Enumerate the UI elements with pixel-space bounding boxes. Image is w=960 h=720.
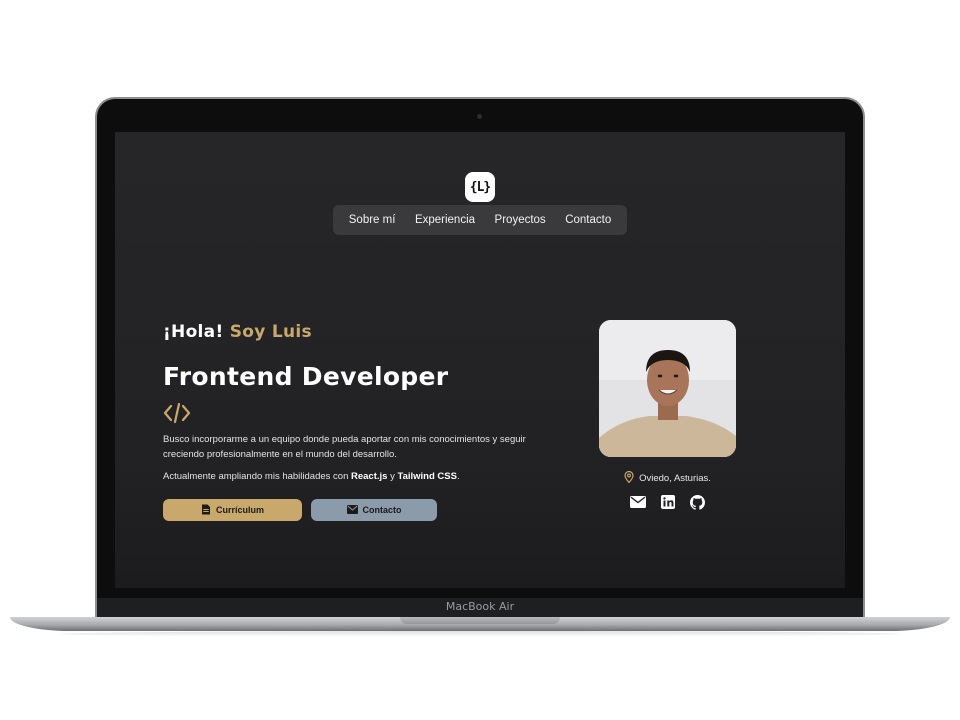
linkedin-icon[interactable] bbox=[660, 494, 676, 510]
nav-item-experiencia[interactable]: Experiencia bbox=[415, 214, 475, 226]
learning-tech-tailwind: Tailwind CSS bbox=[397, 471, 457, 482]
learning-prefix: Actualmente ampliando mis habilidades co… bbox=[163, 471, 351, 482]
social-links bbox=[599, 494, 736, 510]
location-text: Oviedo, Asturias. bbox=[639, 473, 711, 484]
learning-tech-react: React.js bbox=[351, 471, 388, 482]
role-title: Frontend Developer bbox=[163, 362, 449, 391]
nav-item-sobre-mi[interactable]: Sobre mí bbox=[349, 214, 396, 226]
curriculum-label: Currículum bbox=[215, 505, 264, 515]
greeting-name: Soy Luis bbox=[229, 322, 312, 342]
contact-label: Contacto bbox=[362, 505, 402, 515]
model-label: MacBook Air bbox=[445, 600, 515, 613]
nav-item-contacto[interactable]: Contacto bbox=[565, 214, 611, 226]
laptop-screen: {L} Sobre mí Experiencia Proyectos Conta… bbox=[115, 132, 845, 588]
github-icon[interactable] bbox=[690, 494, 706, 510]
location: Oviedo, Asturias. bbox=[599, 470, 736, 486]
mail-icon[interactable] bbox=[629, 494, 646, 510]
nav-item-proyectos[interactable]: Proyectos bbox=[495, 214, 546, 226]
curriculum-button[interactable]: Currículum bbox=[163, 499, 302, 521]
webcam bbox=[477, 114, 482, 119]
contact-button[interactable]: Contacto bbox=[311, 499, 437, 521]
learning-joiner: y bbox=[387, 471, 398, 482]
hero-description: Busco incorporarme a un equipo donde pue… bbox=[163, 434, 526, 460]
learning-suffix: . bbox=[456, 471, 460, 482]
greeting-prefix: ¡Hola! bbox=[163, 322, 224, 342]
laptop-mockup: {L} Sobre mí Experiencia Proyectos Conta… bbox=[0, 0, 960, 720]
site-logo[interactable]: {L} bbox=[465, 172, 495, 202]
envelope-icon bbox=[346, 504, 358, 516]
hero-buttons: Currículum Contacto bbox=[163, 499, 563, 521]
hero-section: ¡Hola! Soy Luis Frontend Developer Busco… bbox=[163, 322, 563, 521]
lid-notch bbox=[400, 617, 560, 624]
code-icon bbox=[163, 402, 191, 424]
base-shadow bbox=[60, 631, 900, 637]
document-icon bbox=[201, 504, 211, 517]
greeting: ¡Hola! Soy Luis bbox=[163, 322, 563, 346]
profile-photo bbox=[599, 320, 736, 457]
location-pin-icon bbox=[624, 470, 634, 486]
main-nav: Sobre mí Experiencia Proyectos Contacto bbox=[333, 205, 627, 235]
learning-text: Actualmente ampliando mis habilidades co… bbox=[163, 469, 563, 484]
